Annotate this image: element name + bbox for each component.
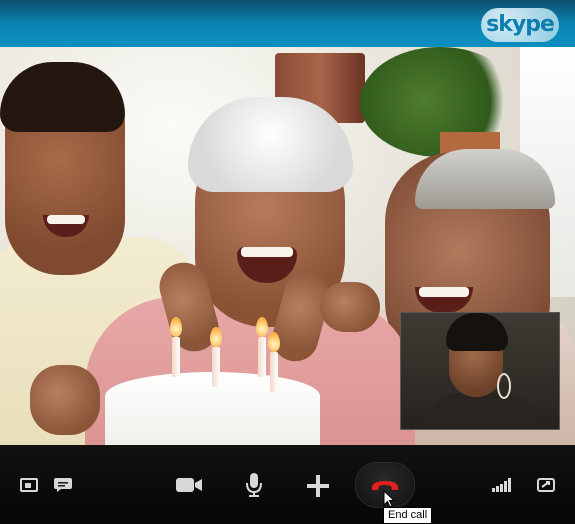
signal-bars-icon bbox=[492, 478, 511, 492]
candle-flame bbox=[256, 317, 268, 337]
skype-logo: skype bbox=[481, 8, 559, 42]
candle bbox=[212, 347, 220, 387]
video-toggle-button[interactable] bbox=[174, 475, 204, 495]
chat-bubble-icon bbox=[54, 478, 72, 492]
microphone-icon bbox=[246, 473, 262, 497]
fullscreen-icon bbox=[537, 478, 555, 492]
add-button[interactable] bbox=[305, 473, 331, 499]
candle-flame bbox=[268, 332, 280, 352]
fullscreen-button[interactable] bbox=[535, 475, 557, 495]
skype-call-window: skype End call bbox=[0, 0, 575, 524]
self-view-video[interactable] bbox=[400, 312, 560, 430]
video-camera-icon bbox=[176, 478, 202, 492]
boy-hand bbox=[30, 365, 100, 435]
grandpa-teeth bbox=[419, 287, 469, 297]
candle-flame bbox=[170, 317, 182, 337]
title-bar: skype bbox=[0, 0, 575, 47]
candle bbox=[172, 337, 180, 377]
boy-teeth bbox=[47, 215, 85, 224]
grandma-teeth bbox=[241, 247, 293, 257]
pointer-icon bbox=[383, 489, 396, 508]
microphone-button[interactable] bbox=[243, 471, 265, 499]
self-view-body bbox=[421, 393, 541, 429]
end-call-tooltip: End call bbox=[383, 507, 433, 524]
candle bbox=[258, 337, 266, 377]
screen-share-button[interactable] bbox=[18, 475, 40, 495]
self-view-hair bbox=[446, 313, 508, 351]
plus-icon bbox=[307, 475, 329, 497]
chat-button[interactable] bbox=[52, 475, 74, 495]
call-toolbar bbox=[0, 445, 575, 524]
candle-flame bbox=[210, 327, 222, 347]
call-quality-button[interactable] bbox=[490, 475, 512, 495]
earring bbox=[497, 373, 511, 399]
screen-icon bbox=[20, 478, 38, 492]
candle bbox=[270, 352, 278, 392]
grandpa-hand bbox=[320, 282, 380, 332]
logo-text: skype bbox=[486, 12, 555, 37]
